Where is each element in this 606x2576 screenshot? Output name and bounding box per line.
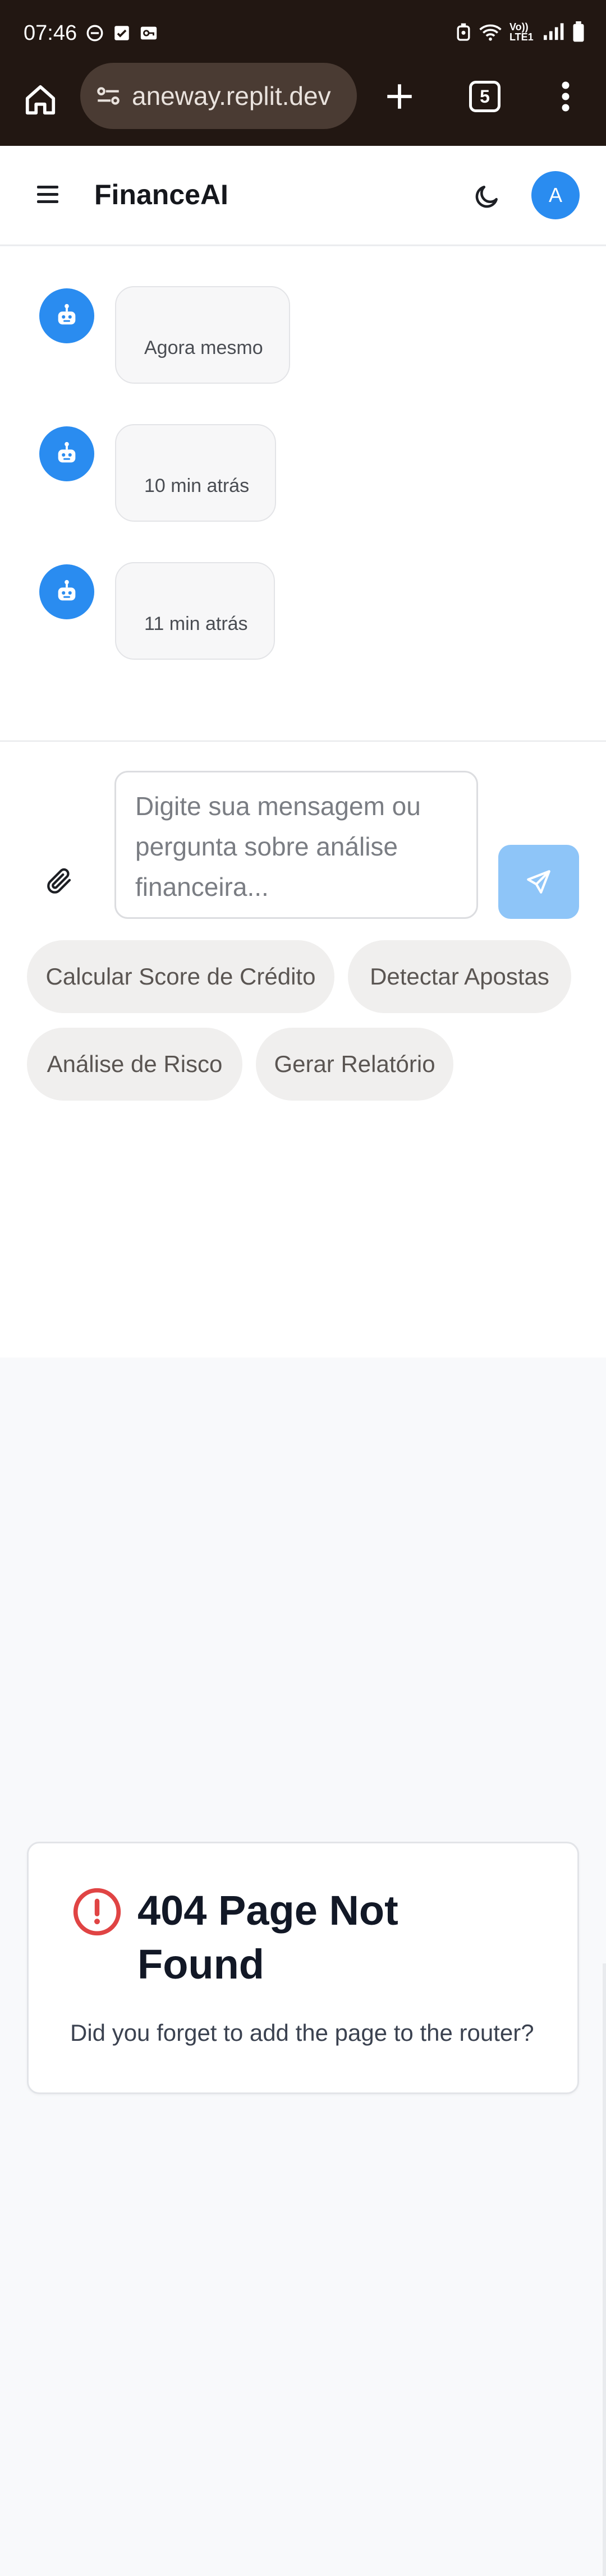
battery-icon	[573, 21, 584, 42]
key-icon	[140, 26, 157, 40]
browser-menu-button[interactable]	[550, 76, 581, 117]
attach-button[interactable]	[43, 864, 76, 898]
message-timestamp: Agora mesmo	[144, 337, 263, 358]
message-bubble: 11 min atrás	[115, 562, 275, 660]
browser-toolbar: aneway.replit.dev 5	[0, 63, 606, 146]
message-input-wrapper	[114, 771, 478, 919]
robot-icon	[58, 441, 76, 463]
chat-message: 10 min atrás	[0, 424, 606, 525]
paperclip-icon	[47, 868, 71, 894]
volte-icon: Vo)) LTE1	[509, 21, 534, 43]
message-timestamp: 11 min atrás	[144, 613, 248, 634]
not-found-message: Did you forget to add the page to the ro…	[70, 2020, 534, 2046]
do-not-disturb-icon	[86, 25, 103, 42]
message-bubble: 10 min atrás	[115, 424, 277, 522]
app-header: FinanceAI A	[0, 146, 606, 246]
checkbox-icon	[114, 26, 129, 40]
quick-action-risk-analysis[interactable]: Análise de Risco	[27, 1028, 242, 1101]
app-title: FinanceAI	[94, 179, 228, 210]
not-found-title: 404 Page Not Found	[137, 1887, 398, 1988]
status-time: 07:46	[24, 21, 77, 45]
signal-icon	[544, 23, 564, 40]
alarm-icon	[457, 23, 470, 41]
send-icon	[527, 870, 550, 894]
chat-message: 11 min atrás	[0, 562, 606, 663]
bot-avatar	[39, 426, 94, 481]
message-composer: Calcular Score de Crédito Detectar Apost…	[0, 740, 606, 1358]
home-button[interactable]	[20, 80, 61, 120]
new-tab-button[interactable]	[379, 76, 420, 117]
status-bar: 07:46 Vo)) LTE1	[0, 0, 606, 63]
url-text: aneway.replit.dev	[132, 81, 331, 111]
menu-icon[interactable]	[37, 181, 64, 208]
alert-circle-icon	[73, 1888, 121, 1936]
send-button[interactable]	[498, 845, 579, 919]
theme-toggle-button[interactable]	[470, 180, 504, 213]
user-avatar[interactable]: A	[531, 171, 580, 219]
message-bubble: Agora mesmo	[115, 286, 290, 384]
quick-action-credit-score[interactable]: Calcular Score de Crédito	[27, 940, 334, 1013]
more-vert-icon	[562, 81, 570, 112]
not-found-card: 404 Page Not Found Did you forget to add…	[27, 1842, 579, 2094]
status-system-icons: Vo)) LTE1	[456, 21, 586, 43]
chat-messages: Agora mesmo 10 min atrás 11 min atrás	[0, 247, 606, 740]
plus-icon	[387, 84, 412, 109]
wifi-icon	[479, 24, 502, 41]
moon-icon	[475, 186, 498, 208]
bot-avatar	[39, 564, 94, 619]
bot-avatar	[39, 288, 94, 343]
address-bar[interactable]: aneway.replit.dev	[80, 63, 357, 129]
quick-action-generate-report[interactable]: Gerar Relatório	[256, 1028, 453, 1101]
message-timestamp: 10 min atrás	[144, 475, 250, 496]
site-settings-icon[interactable]	[93, 80, 124, 112]
tab-switcher-button[interactable]: 5	[469, 81, 501, 112]
quick-action-detect-bets[interactable]: Detectar Apostas	[348, 940, 571, 1013]
robot-icon	[58, 579, 76, 601]
message-input[interactable]	[135, 786, 457, 904]
status-notification-icons	[85, 24, 158, 43]
robot-icon	[58, 303, 76, 325]
home-icon	[25, 85, 56, 115]
chat-message: Agora mesmo	[0, 286, 606, 387]
scrollbar[interactable]	[603, 1963, 606, 2576]
